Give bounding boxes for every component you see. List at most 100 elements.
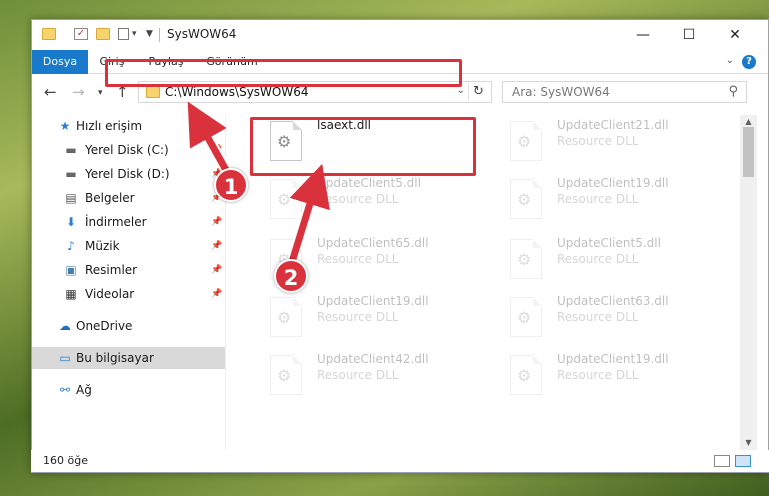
dll-file-icon: ⚙ [510, 355, 542, 395]
dll-file-icon: ⚙ [270, 355, 302, 395]
step-badge-2: 2 [274, 259, 308, 293]
sidebar-item-quick-access[interactable]: ★ Hızlı erişim [32, 115, 225, 137]
address-highlight-box [105, 59, 462, 87]
dll-file-icon: ⚙ [510, 179, 542, 219]
music-icon: ♪ [67, 239, 75, 253]
sidebar-item-label: Videolar [85, 287, 135, 301]
file-name: UpdateClient19.dll [557, 352, 669, 366]
search-placeholder: Ara: SysWOW64 [512, 85, 610, 99]
sidebar-item-downloads[interactable]: ⬇ İndirmeler 📌 [32, 211, 225, 233]
scroll-thumb[interactable] [743, 127, 754, 177]
sidebar-item-label: Ağ [76, 383, 92, 397]
drive-icon: ▬ [65, 143, 77, 157]
dll-file-icon: ⚙ [510, 297, 542, 337]
gear-icon: ⚙ [517, 190, 532, 209]
gear-icon: ⚙ [277, 190, 292, 209]
help-icon[interactable]: ? [742, 55, 756, 69]
sidebar-item-videos[interactable]: ▦ Videolar 📌 [32, 283, 225, 305]
large-icons-view-icon[interactable] [735, 455, 751, 467]
title-separator [159, 28, 160, 42]
back-arrow-icon[interactable]: ← [44, 83, 57, 101]
forward-arrow-icon[interactable]: → [72, 83, 85, 101]
sidebar-item-label: İndirmeler [85, 215, 147, 229]
gear-icon: ⚙ [517, 132, 532, 151]
window-title: SysWOW64 [167, 27, 237, 41]
download-icon: ⬇ [65, 215, 77, 229]
sidebar-item-onedrive[interactable]: ☁ OneDrive [32, 315, 225, 337]
pin-icon[interactable]: 📌 [211, 139, 222, 161]
file-name: UpdateClient19.dll [317, 294, 429, 308]
close-button[interactable]: ✕ [712, 20, 758, 50]
pictures-icon: ▣ [65, 263, 77, 277]
file-item[interactable]: ⚙ UpdateClient19.dll Resource DLL [250, 291, 480, 347]
sidebar-item-label: Yerel Disk (D:) [85, 167, 170, 181]
dll-file-icon: ⚙ [270, 179, 302, 219]
address-path[interactable]: C:\Windows\SysWOW64 [165, 85, 309, 99]
file-description: Resource DLL [317, 252, 399, 266]
refresh-icon[interactable]: ↻ [468, 83, 488, 101]
properties-check-icon[interactable]: ✓ [74, 28, 88, 40]
sidebar-item-label: Bu bilgisayar [76, 351, 154, 365]
file-item[interactable]: ⚙ UpdateClient5.dll Resource DLL [250, 173, 480, 229]
pane-divider[interactable] [225, 115, 226, 450]
minimize-button[interactable]: — [620, 20, 666, 50]
sidebar-item-local-disk-d[interactable]: ▬ Yerel Disk (D:) 📌 [32, 163, 225, 185]
documents-icon: ▤ [65, 191, 77, 205]
dll-file-icon: ⚙ [270, 297, 302, 337]
gear-icon: ⚙ [277, 308, 292, 327]
chevron-down-icon[interactable]: ▾ [132, 29, 137, 39]
customize-toolbar-icon[interactable]: ▼ [146, 29, 153, 39]
file-name: UpdateClient5.dll [317, 176, 421, 190]
tab-dosya[interactable]: Dosya [32, 50, 88, 74]
title-bar: ✓ ▾ ▼ SysWOW64 — ☐ ✕ [32, 20, 768, 50]
file-item[interactable]: ⚙ UpdateClient42.dll Resource DLL [250, 349, 480, 405]
file-name: UpdateClient21.dll [557, 118, 669, 132]
pin-icon[interactable]: 📌 [211, 235, 222, 257]
sidebar-item-label: Müzik [85, 239, 120, 253]
file-item[interactable]: ⚙ UpdateClient21.dll Resource DLL [490, 115, 720, 171]
sidebar-item-label: OneDrive [76, 319, 133, 333]
file-name: UpdateClient42.dll [317, 352, 429, 366]
maximize-button[interactable]: ☐ [666, 20, 712, 50]
file-highlight-box [250, 117, 476, 176]
expand-ribbon-icon[interactable]: ⌄ [726, 55, 734, 66]
sidebar-item-local-disk-c[interactable]: ▬ Yerel Disk (C:) 📌 [32, 139, 225, 161]
file-name: UpdateClient63.dll [557, 294, 669, 308]
address-folder-icon [146, 86, 160, 98]
details-view-icon[interactable] [714, 455, 730, 467]
pin-icon[interactable]: 📌 [211, 259, 222, 281]
scroll-down-icon[interactable]: ▼ [740, 436, 757, 450]
search-input[interactable]: Ara: SysWOW64 ⚲ [502, 81, 747, 103]
vertical-scrollbar[interactable]: ▲ ▼ [740, 115, 757, 450]
computer-icon: ▭ [59, 351, 71, 365]
sidebar-item-label: Yerel Disk (C:) [85, 143, 169, 157]
dll-file-icon: ⚙ [510, 121, 542, 161]
file-description: Resource DLL [557, 310, 639, 324]
sidebar-item-music[interactable]: ♪ Müzik 📌 [32, 235, 225, 257]
new-folder-icon[interactable] [96, 28, 110, 40]
pin-icon[interactable]: 📌 [211, 211, 222, 233]
sidebar-item-network[interactable]: ⚯ Ağ [32, 379, 225, 401]
sidebar-item-this-pc[interactable]: ▭ Bu bilgisayar [32, 347, 225, 369]
sidebar-item-documents[interactable]: ▤ Belgeler 📌 [32, 187, 225, 209]
sidebar-item-label: Resimler [85, 263, 138, 277]
cloud-icon: ☁ [59, 319, 71, 333]
file-item[interactable]: ⚙ UpdateClient5.dll Resource DLL [490, 233, 720, 289]
sidebar-item-label: Belgeler [85, 191, 135, 205]
file-name: UpdateClient19.dll [557, 176, 669, 190]
sidebar-item-label: Hızlı erişim [76, 119, 143, 133]
file-description: Resource DLL [317, 310, 399, 324]
file-item[interactable]: ⚙ UpdateClient63.dll Resource DLL [490, 291, 720, 347]
recent-locations-icon[interactable]: ▾ [98, 88, 103, 98]
pin-icon[interactable]: 📌 [211, 283, 222, 305]
sidebar-item-pictures[interactable]: ▣ Resimler 📌 [32, 259, 225, 281]
gear-icon: ⚙ [517, 308, 532, 327]
file-item[interactable]: ⚙ UpdateClient19.dll Resource DLL [490, 349, 720, 405]
file-description: Resource DLL [317, 192, 399, 206]
navigation-pane: ★ Hızlı erişim ▬ Yerel Disk (C:) 📌 ▬ Yer… [32, 115, 225, 450]
file-item[interactable]: ⚙ UpdateClient19.dll Resource DLL [490, 173, 720, 229]
gear-icon: ⚙ [517, 366, 532, 385]
quick-access-properties-icon[interactable] [118, 28, 129, 40]
star-icon: ★ [59, 119, 71, 133]
search-icon[interactable]: ⚲ [728, 84, 738, 99]
